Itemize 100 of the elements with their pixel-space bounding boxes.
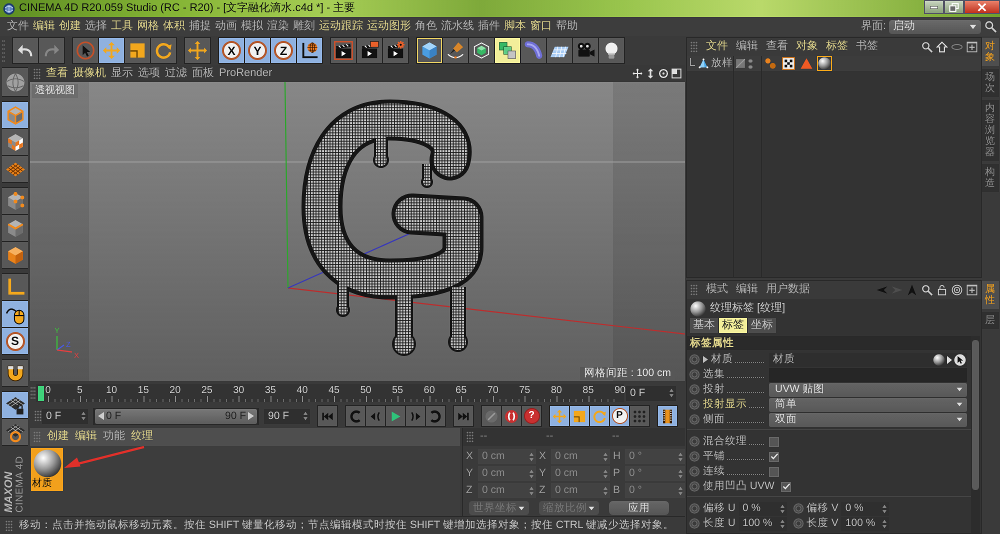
menu-item[interactable]: 文件 — [7, 20, 29, 34]
menu-item[interactable]: 创建 — [59, 20, 81, 34]
material-menu-item[interactable]: 编辑 — [75, 430, 97, 444]
attribute-tab[interactable]: 基本 — [690, 318, 718, 333]
menu-item[interactable]: 运动跟踪 — [319, 20, 363, 34]
number-field[interactable]: 0 % — [841, 502, 890, 516]
side-tab[interactable]: 对象 — [982, 38, 999, 66]
select-tool-button[interactable] — [73, 38, 98, 63]
dots-tag-icon[interactable] — [763, 56, 778, 71]
keyframe-circle-icon[interactable] — [689, 384, 700, 395]
menu-item[interactable]: 窗口 — [530, 20, 552, 34]
checkbox[interactable] — [769, 452, 779, 462]
side-tab[interactable]: 场次 — [982, 69, 999, 97]
coordinate-field[interactable]: 0 cm — [551, 483, 610, 498]
current-frame-field[interactable]: 0 F — [626, 386, 676, 400]
menu-item[interactable]: 渲染 — [267, 20, 289, 34]
dropdown[interactable]: 双面 — [769, 412, 967, 426]
workplane-mode-button[interactable] — [2, 156, 28, 182]
coordinate-system-button[interactable] — [297, 38, 322, 63]
deformer-button[interactable] — [521, 38, 546, 63]
keyframe-circle-icon[interactable] — [792, 518, 804, 529]
menu-item[interactable]: 流水线 — [441, 20, 474, 34]
selection-field[interactable] — [769, 368, 967, 382]
minimize-button[interactable] — [924, 0, 944, 14]
object-menu-item[interactable]: 编辑 — [736, 40, 758, 54]
polygons-mode-button[interactable] — [2, 242, 28, 268]
lock-workplane-button[interactable] — [2, 392, 28, 418]
pen-tool-button[interactable] — [443, 38, 468, 63]
menu-item[interactable]: 选择 — [85, 20, 107, 34]
light-button[interactable] — [599, 38, 624, 63]
coordinate-field[interactable]: 0 ° — [625, 449, 685, 464]
render-view-button[interactable] — [331, 38, 356, 63]
points-mode-button[interactable] — [2, 188, 28, 214]
menu-item[interactable]: 体积 — [163, 20, 185, 34]
apply-button[interactable]: 应用 — [609, 501, 669, 515]
keyframe-circle-icon[interactable] — [689, 466, 700, 477]
close-button[interactable] — [964, 0, 1000, 14]
layer-square-icon[interactable] — [735, 58, 746, 69]
key-parameter-button[interactable]: P — [610, 406, 629, 426]
keyframe-circle-icon[interactable] — [689, 451, 700, 462]
keyframe-circle-icon[interactable] — [792, 503, 804, 514]
key-scale-button[interactable] — [570, 406, 589, 426]
move-view-icon[interactable] — [632, 68, 643, 79]
rotate-view-icon[interactable] — [658, 68, 669, 79]
object-menu-item[interactable]: 文件 — [706, 40, 728, 54]
undo-button[interactable] — [13, 38, 38, 63]
snap-button[interactable]: S — [2, 328, 28, 354]
side-tab[interactable]: 属性 — [982, 281, 999, 309]
viewport-menu-item[interactable]: ProRender — [219, 66, 272, 80]
viewport-menu-item[interactable]: 选项 — [138, 66, 160, 80]
start-frame-field[interactable]: 0 F — [42, 408, 88, 424]
autokey-button[interactable] — [502, 406, 521, 426]
keyframe-circle-icon[interactable] — [689, 354, 700, 365]
up-down-arrow-icon[interactable] — [645, 68, 656, 79]
object-menu-item[interactable]: 对象 — [796, 40, 818, 54]
next-frame-button[interactable] — [406, 406, 425, 426]
material-menu-item[interactable]: 功能 — [103, 430, 125, 444]
play-button[interactable] — [386, 406, 405, 426]
previous-key-button[interactable] — [346, 406, 365, 426]
coordinate-field[interactable]: 0 cm — [478, 483, 536, 498]
vertical-scrollbar[interactable] — [971, 336, 980, 533]
number-field[interactable]: 100 % — [841, 516, 890, 530]
checkbox[interactable] — [769, 436, 779, 446]
planar-workplane-button[interactable] — [2, 419, 28, 445]
attribute-tab[interactable]: 坐标 — [748, 318, 776, 333]
make-editable-button[interactable] — [2, 68, 28, 96]
side-tab[interactable]: 构造 — [982, 164, 999, 192]
material-link-field[interactable]: 材质 — [769, 352, 967, 366]
axis-mode-button[interactable] — [2, 274, 28, 300]
expand-arrow-icon[interactable] — [703, 356, 708, 363]
material-menu-item[interactable]: 创建 — [47, 430, 69, 444]
timeline-window-button[interactable] — [658, 406, 677, 426]
menu-item[interactable]: 动画 — [215, 20, 237, 34]
render-settings-button[interactable] — [383, 38, 408, 63]
transform-tool-button[interactable] — [185, 38, 210, 63]
floor-button[interactable] — [547, 38, 572, 63]
menu-item[interactable]: 帮助 — [556, 20, 578, 34]
scrollbar-thumb[interactable] — [972, 340, 979, 490]
object-menu-item[interactable]: 标签 — [826, 40, 848, 54]
search-icon[interactable] — [984, 20, 997, 33]
coordinate-field[interactable]: 0 ° — [625, 466, 685, 481]
material-menu-item[interactable]: 纹理 — [131, 430, 153, 444]
keyframe-circle-icon[interactable] — [689, 436, 700, 447]
lock-icon[interactable] — [936, 284, 948, 296]
plus-square-icon[interactable] — [966, 284, 978, 296]
edges-mode-button[interactable] — [2, 215, 28, 241]
search-icon[interactable] — [921, 284, 933, 296]
visibility-dots-icon[interactable] — [748, 58, 753, 68]
keyframe-circle-icon[interactable] — [689, 414, 700, 425]
dropdown[interactable]: 简单 — [769, 398, 967, 412]
go-to-start-button[interactable] — [318, 406, 337, 426]
side-tab[interactable]: 层 — [982, 312, 999, 329]
menu-item[interactable]: 脚本 — [504, 20, 526, 34]
axis-lock-button[interactable]: Y — [245, 38, 270, 63]
cube-button[interactable] — [417, 38, 442, 63]
menu-item[interactable]: 运动图形 — [367, 20, 411, 34]
attributes-menu-item[interactable]: 模式 — [706, 283, 728, 297]
scale-tool-button[interactable] — [125, 38, 150, 63]
key-selection-button[interactable]: ? — [522, 406, 541, 426]
attributes-menu-item[interactable]: 用户数据 — [766, 283, 810, 297]
